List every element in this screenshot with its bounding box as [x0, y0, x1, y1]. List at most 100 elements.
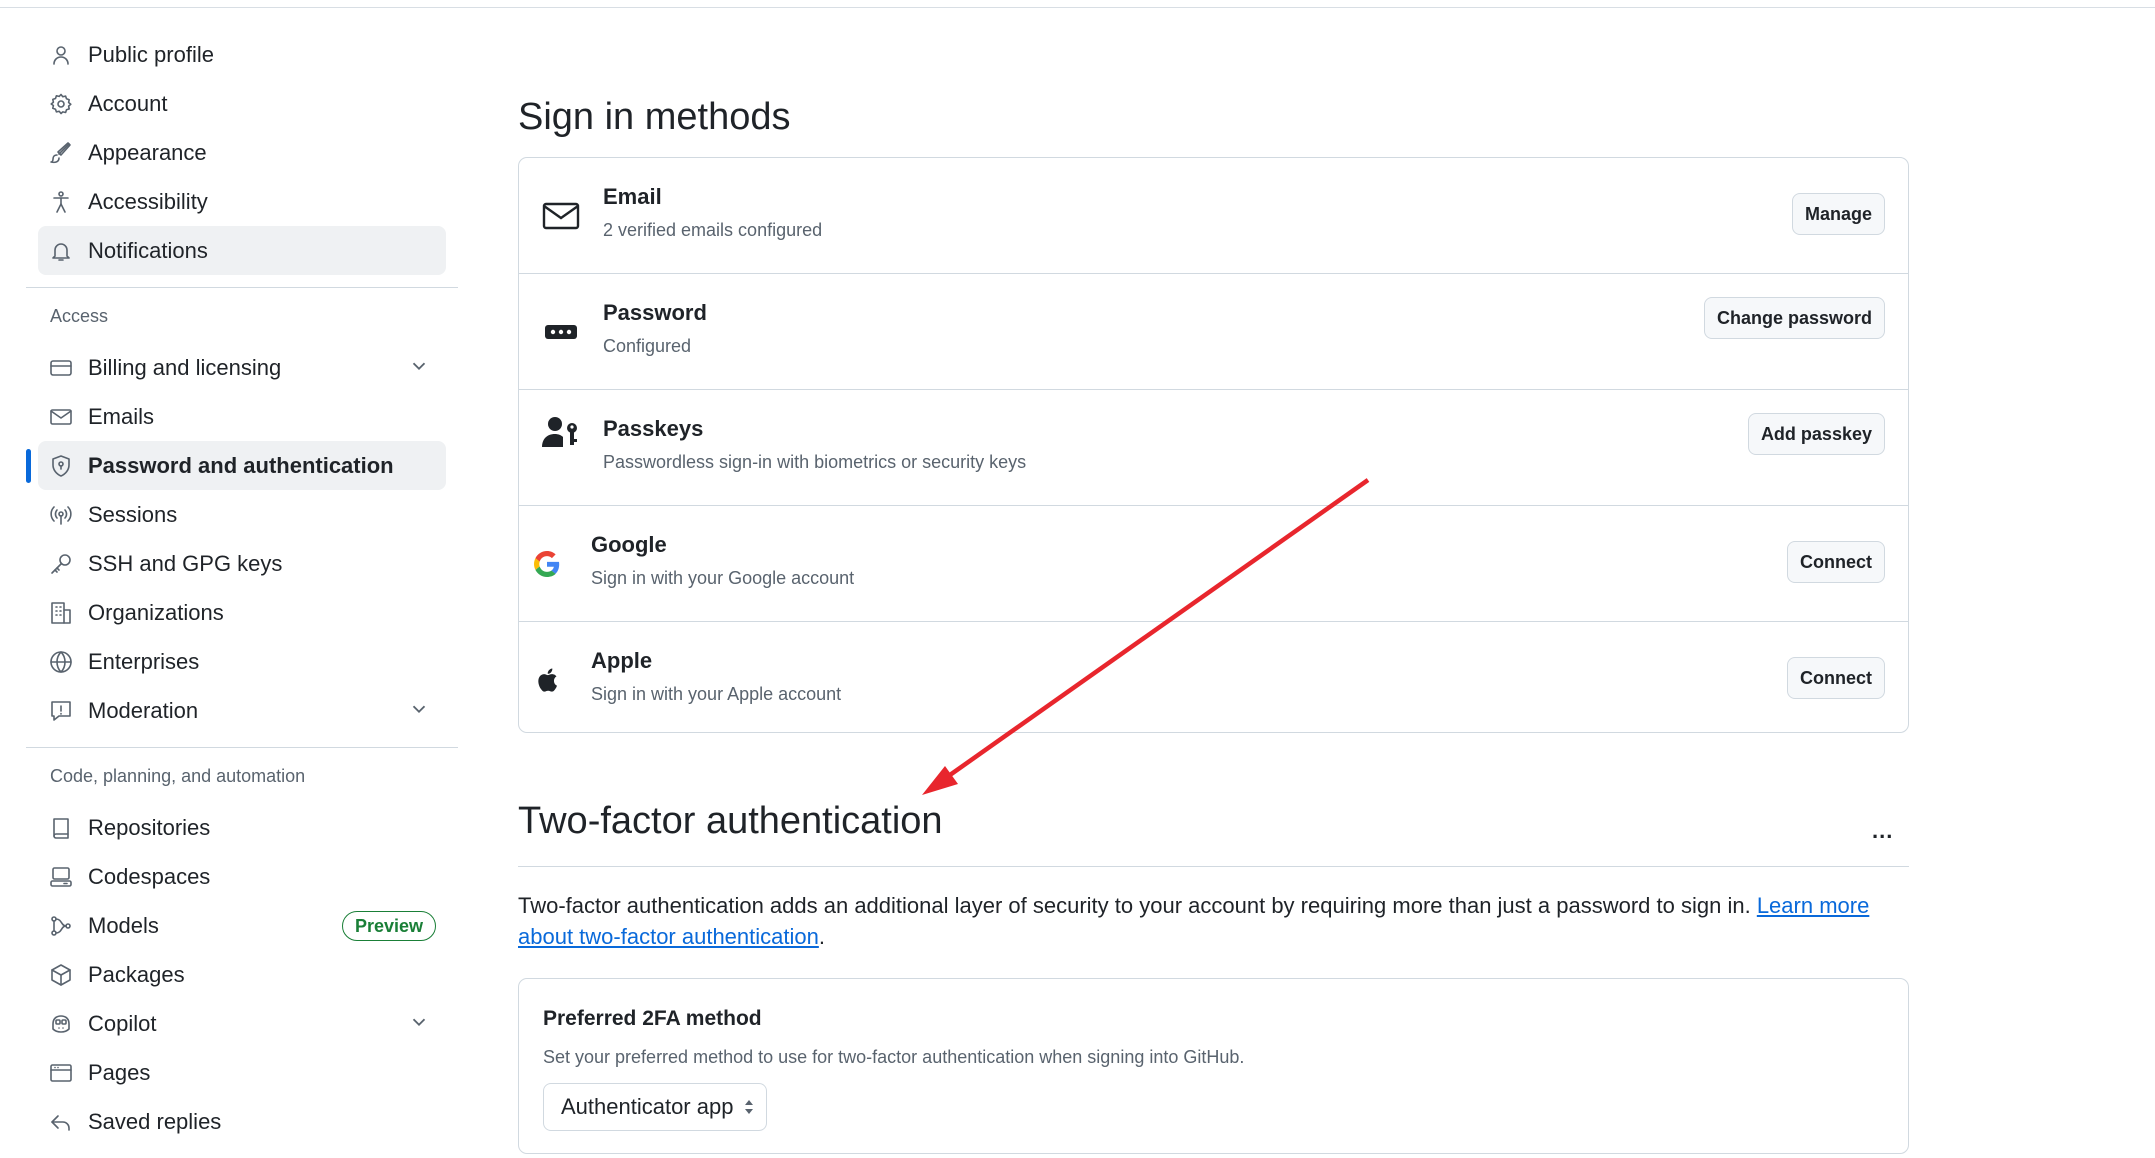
preferred-2fa-title: Preferred 2FA method: [543, 1007, 762, 1030]
sidebar-item-pages[interactable]: Pages: [38, 1048, 446, 1097]
sidebar-divider: [26, 287, 458, 288]
sidebar-item-label: Notifications: [88, 237, 208, 263]
sidebar-item-emails[interactable]: Emails: [38, 392, 446, 441]
sidebar-item-sessions[interactable]: Sessions: [38, 490, 446, 539]
sidebar-item-label: Emails: [88, 403, 155, 429]
more-options-button[interactable]: ...: [1872, 818, 1893, 844]
connect-google-button[interactable]: Connect: [1787, 541, 1885, 583]
method-subtitle: 2 verified emails configured: [603, 220, 823, 240]
gear-icon: [48, 91, 74, 117]
chevron-down-icon[interactable]: [408, 355, 432, 379]
manage-button[interactable]: Manage: [1791, 193, 1885, 235]
sidebar-item-appearance[interactable]: Appearance: [38, 128, 446, 177]
active-indicator: [26, 449, 31, 483]
person-icon: [48, 42, 74, 68]
shield-lock-icon: [48, 453, 74, 479]
sign-in-method-email: Email 2 verified emails configured Manag…: [519, 158, 1908, 274]
bell-icon: [48, 238, 74, 264]
sidebar-section-access: Access: [50, 306, 109, 326]
accessibility-icon: [48, 189, 74, 215]
sidebar-item-notifications[interactable]: Notifications: [38, 226, 446, 275]
preferred-2fa-description: Set your preferred method to use for two…: [543, 1047, 1245, 1067]
connect-apple-button[interactable]: Connect: [1787, 657, 1885, 699]
method-title: Email: [603, 184, 662, 209]
mail-icon: [48, 404, 74, 430]
sidebar-item-label: Moderation: [88, 697, 199, 723]
sidebar-item-billing[interactable]: Billing and licensing: [38, 343, 446, 392]
sidebar-item-ssh-gpg-keys[interactable]: SSH and GPG keys: [38, 539, 446, 588]
change-password-button[interactable]: Change password: [1703, 297, 1885, 339]
sidebar-item-account[interactable]: Account: [38, 79, 446, 128]
sidebar-item-label: Organizations: [88, 599, 224, 625]
sidebar-item-moderation[interactable]: Moderation: [38, 686, 446, 735]
sidebar-item-label: Appearance: [88, 139, 207, 165]
mail-icon: [541, 196, 581, 236]
sidebar-item-label: Billing and licensing: [88, 354, 282, 380]
sidebar-section-code: Code, planning, and automation: [50, 766, 306, 786]
method-title: Passkeys: [603, 416, 704, 441]
section-divider: [518, 866, 1909, 867]
key-icon: [48, 551, 74, 577]
sidebar-item-label: Pages: [88, 1059, 151, 1085]
sign-in-methods-title: Sign in methods: [518, 96, 791, 138]
sidebar-item-accessibility[interactable]: Accessibility: [38, 177, 446, 226]
sidebar-item-label: Repositories: [88, 814, 211, 840]
select-caret-icon: [742, 1096, 756, 1118]
globe-icon: [48, 649, 74, 675]
method-title: Apple: [591, 648, 653, 673]
password-icon: [541, 312, 581, 352]
sidebar-divider: [26, 747, 458, 748]
reply-icon: [48, 1109, 74, 1135]
sidebar-item-codespaces[interactable]: Codespaces: [38, 852, 446, 901]
sidebar-item-label: Codespaces: [88, 863, 211, 889]
sidebar-item-public-profile[interactable]: Public profile: [38, 30, 446, 79]
browser-icon: [48, 1060, 74, 1086]
sidebar-item-label: Password and authentication: [88, 452, 394, 478]
method-title: Google: [591, 532, 667, 557]
selected-method: Authenticator app: [561, 1094, 734, 1119]
chevron-down-icon[interactable]: [408, 698, 432, 722]
paintbrush-icon: [48, 140, 74, 166]
sidebar-item-copilot[interactable]: Copilot: [38, 999, 446, 1048]
method-subtitle: Passwordless sign-in with biometrics or …: [603, 452, 1027, 472]
two-factor-description: Two-factor authentication adds an additi…: [518, 890, 1888, 952]
two-factor-title: Two-factor authentication: [518, 800, 943, 842]
package-icon: [48, 962, 74, 988]
repo-icon: [48, 815, 74, 841]
sign-in-method-passkeys: Passkeys Passwordless sign-in with biome…: [519, 390, 1908, 506]
sidebar-item-label: Account: [88, 90, 168, 116]
copilot-icon: [48, 1011, 74, 1037]
sidebar-item-label: SSH and GPG keys: [88, 550, 283, 576]
preferred-2fa-select[interactable]: Authenticator app: [543, 1083, 767, 1131]
broadcast-icon: [48, 502, 74, 528]
preferred-2fa-card: Preferred 2FA method Set your preferred …: [518, 978, 1909, 1154]
sidebar-item-label: Copilot: [88, 1010, 157, 1036]
sidebar-item-label: Accessibility: [88, 188, 208, 214]
chevron-down-icon[interactable]: [408, 1011, 432, 1035]
sidebar-item-label: Saved replies: [88, 1108, 222, 1134]
sidebar-item-enterprises[interactable]: Enterprises: [38, 637, 446, 686]
sidebar-item-label: Packages: [88, 961, 185, 987]
sidebar-item-password-authentication[interactable]: Password and authentication: [26, 441, 446, 490]
sidebar-item-label: Sessions: [88, 501, 178, 527]
sidebar-item-models[interactable]: Models Preview: [38, 901, 446, 950]
sidebar-item-organizations[interactable]: Organizations: [38, 588, 446, 637]
sign-in-method-password: Password Configured Change password: [519, 274, 1908, 390]
passkey-icon: [541, 412, 581, 452]
models-icon: [48, 913, 74, 939]
credit-card-icon: [48, 355, 74, 381]
codespaces-icon: [48, 864, 74, 890]
method-subtitle: Sign in with your Apple account: [591, 684, 842, 704]
sidebar-item-label: Enterprises: [88, 648, 200, 674]
sign-in-method-apple: Apple Sign in with your Apple account Co…: [519, 622, 1908, 737]
sidebar-item-packages[interactable]: Packages: [38, 950, 446, 999]
description-period: .: [818, 924, 825, 949]
description-text: Two-factor authentication adds an additi…: [518, 893, 1751, 918]
organization-icon: [48, 600, 74, 626]
google-icon: [533, 544, 561, 584]
method-title: Password: [603, 300, 707, 325]
method-subtitle: Sign in with your Google account: [591, 568, 855, 588]
add-passkey-button[interactable]: Add passkey: [1747, 413, 1885, 455]
sidebar-item-saved-replies[interactable]: Saved replies: [38, 1097, 446, 1146]
sidebar-item-repositories[interactable]: Repositories: [38, 803, 446, 852]
